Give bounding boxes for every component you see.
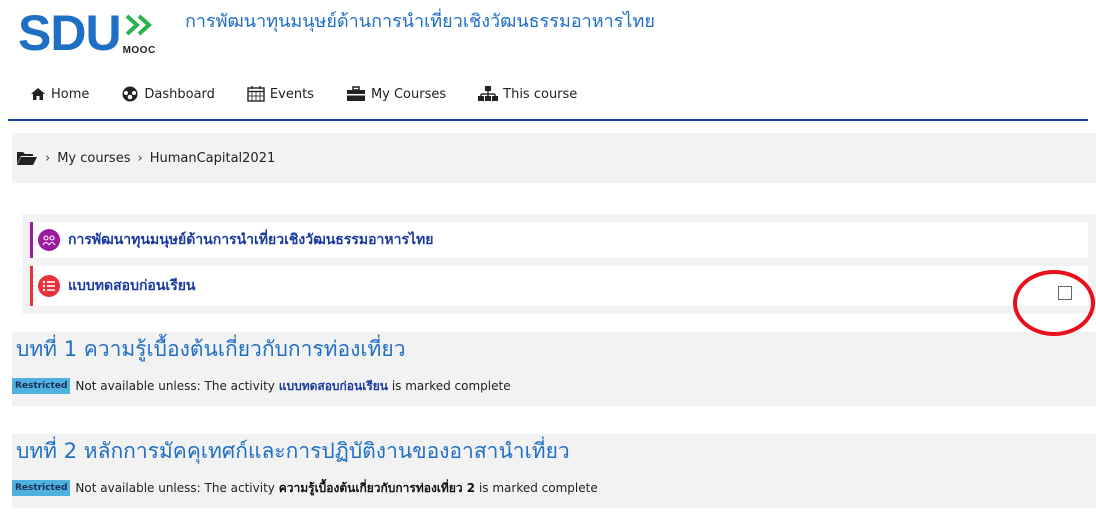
- breadcrumb-my-courses[interactable]: My courses: [57, 151, 130, 166]
- site-logo[interactable]: SDU MOOC: [18, 8, 157, 58]
- section-2-title[interactable]: บทที่ 2 หลักการมัคคุเทศก์และการปฏิบัติงา…: [12, 434, 1096, 468]
- restricted-badge: Restricted: [12, 480, 71, 496]
- section-1-restriction: Restricted Not available unless: The act…: [12, 366, 1096, 406]
- nav-home[interactable]: Home: [30, 87, 89, 102]
- activity-quiz-link[interactable]: แบบทดสอบก่อนเรียน: [68, 275, 196, 297]
- restriction-activity-link[interactable]: แบบทดสอบก่อนเรียน: [279, 377, 388, 396]
- nav-my-courses-label: My Courses: [370, 86, 447, 102]
- site-title[interactable]: การพัฒนาทุนมนุษย์ด้านการนำเที่ยวเชิงวัฒน…: [185, 6, 655, 35]
- logo-sub: MOOC: [122, 45, 156, 56]
- site-header: SDU MOOC การพัฒนาทุนมนุษย์ด้านการนำเที่ย…: [0, 0, 1096, 121]
- breadcrumb: › My courses › HumanCapital2021: [12, 133, 1096, 183]
- nav-events[interactable]: Events: [247, 86, 314, 102]
- sitemap-icon: [478, 86, 499, 101]
- section-2: บทที่ 2 หลักการมัคคุเทศก์และการปฏิบัติงา…: [12, 434, 1096, 508]
- nav-divider: [8, 119, 1088, 121]
- activity-quiz: แบบทดสอบก่อนเรียน: [30, 266, 1088, 306]
- activity-strip: [30, 266, 33, 306]
- restriction-activity-name: ความรู้เบื้องต้นเกี่ยวกับการท่องเที่ยว 2: [278, 480, 476, 495]
- calendar-icon: [247, 86, 265, 102]
- restricted-badge: Restricted: [12, 378, 71, 394]
- highlight-ring: [1013, 270, 1095, 336]
- nav-my-courses[interactable]: My Courses: [346, 86, 446, 102]
- breadcrumb-separator: ›: [45, 150, 51, 166]
- main-nav: Home Dashboard Events My Courses This co…: [30, 86, 609, 102]
- nav-dashboard[interactable]: Dashboard: [121, 86, 215, 102]
- restriction-text: Not available unless: The activity: [75, 379, 275, 393]
- activity-forum-link[interactable]: การพัฒนาทุนมนุษย์ด้านการนำเที่ยวเชิงวัฒน…: [68, 229, 433, 251]
- activity-forum: การพัฒนาทุนมนุษย์ด้านการนำเที่ยวเชิงวัฒน…: [30, 222, 1088, 258]
- quiz-icon: [38, 275, 60, 297]
- general-section: การพัฒนาทุนมนุษย์ด้านการนำเที่ยวเชิงวัฒน…: [22, 214, 1096, 314]
- nav-home-label: Home: [51, 86, 90, 102]
- restriction-text-end: is marked complete: [391, 379, 511, 393]
- dashboard-icon: [122, 86, 138, 102]
- nav-dashboard-label: Dashboard: [144, 86, 215, 102]
- nav-this-course-label: This course: [503, 86, 578, 102]
- logo-text: SDU: [18, 5, 122, 61]
- home-icon: [31, 88, 45, 100]
- forum-icon: [38, 229, 60, 251]
- restriction-text: Not available unless: The activity: [75, 481, 275, 495]
- nav-events-label: Events: [269, 86, 314, 102]
- activity-strip: [30, 222, 33, 258]
- restriction-text-end: is marked complete: [478, 481, 598, 495]
- nav-this-course[interactable]: This course: [478, 86, 577, 102]
- briefcase-icon: [346, 86, 365, 101]
- chevron-right-icon: [125, 14, 152, 36]
- breadcrumb-separator: ›: [137, 150, 143, 166]
- folder-open-icon[interactable]: [16, 150, 38, 166]
- section-1: บทที่ 1 ความรู้เบื้องต้นเกี่ยวกับการท่อง…: [12, 332, 1096, 406]
- logo-mark: MOOC: [123, 8, 157, 58]
- section-2-restriction: Restricted Not available unless: The act…: [12, 468, 1096, 508]
- section-1-title[interactable]: บทที่ 1 ความรู้เบื้องต้นเกี่ยวกับการท่อง…: [12, 332, 1096, 366]
- breadcrumb-course[interactable]: HumanCapital2021: [150, 151, 276, 166]
